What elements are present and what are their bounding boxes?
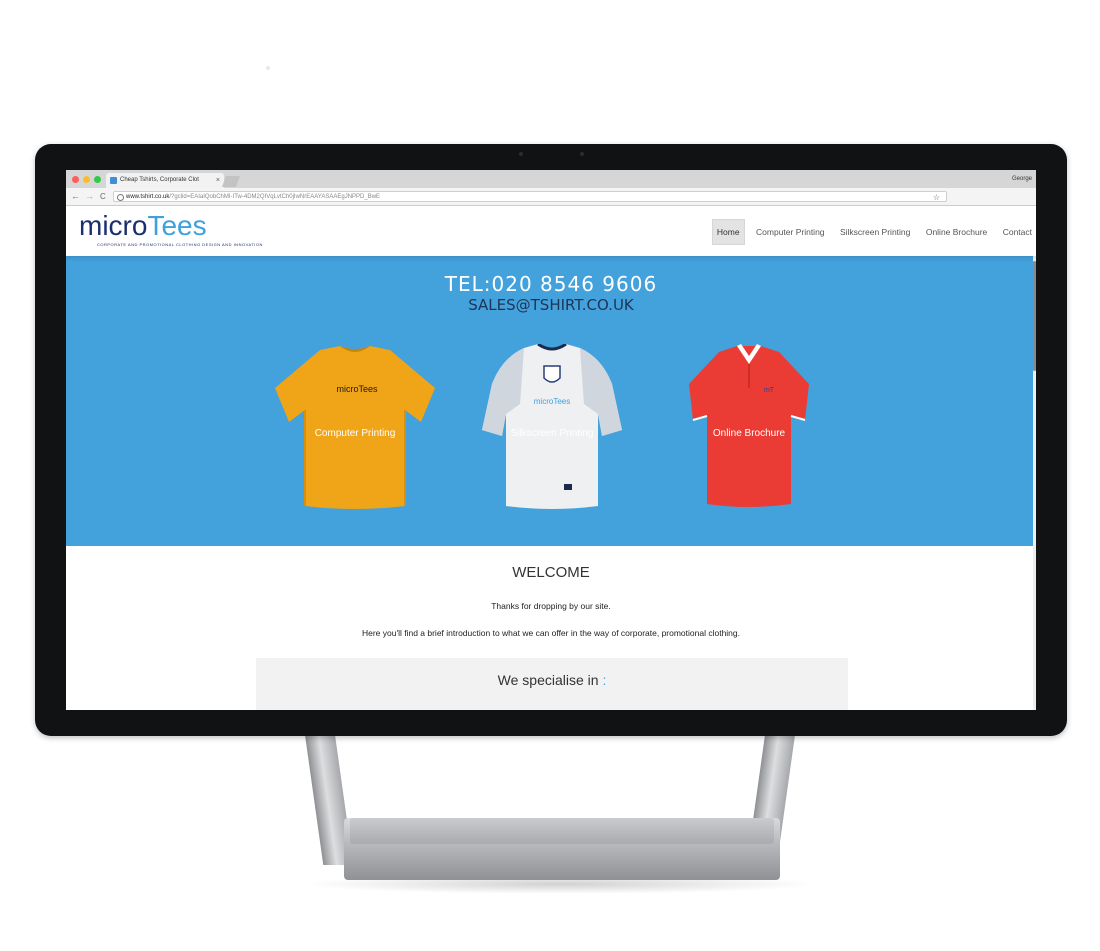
nav-home[interactable]: Home — [711, 219, 745, 245]
specialise-colon: : — [602, 672, 607, 688]
logo-micro-text: micro — [79, 210, 148, 241]
new-tab-button[interactable] — [221, 176, 241, 187]
tshirt-favicon-icon — [110, 177, 117, 184]
logo-tagline: CORPORATE AND PROMOTIONAL CLOTHING DESIG… — [97, 242, 263, 247]
specialise-heading: We specialise in : — [256, 672, 848, 688]
maximize-window-button[interactable] — [94, 176, 101, 183]
welcome-heading: WELCOME — [512, 564, 590, 581]
microtees-logo[interactable]: microTees CORPORATE AND PROMOTIONAL CLOT… — [79, 210, 263, 247]
monitor-screen: Cheap Tshirts, Corporate Clot × George ←… — [66, 170, 1036, 710]
background-dot — [266, 66, 270, 70]
specialise-panel: We specialise in : — [256, 658, 848, 710]
tab-title: Cheap Tshirts, Corporate Clot — [120, 177, 199, 183]
logo-tees-text: Tees — [147, 210, 207, 241]
yellow-tshirt-print: microTees — [336, 384, 378, 394]
sensor-dot — [519, 152, 523, 156]
tab-close-icon[interactable]: × — [216, 173, 220, 188]
monitor-frame: Cheap Tshirts, Corporate Clot × George ←… — [35, 144, 1067, 736]
back-arrow-icon[interactable]: ← — [71, 190, 80, 203]
url-domain: www.tshirt.co.uk — [126, 194, 170, 200]
url-query: /?gclid=EAIaIQobChMI-ITw-4DM2QIVqLvtCh0j… — [169, 194, 381, 200]
football-shirt-print: microTees — [534, 397, 570, 406]
bookmark-star-icon[interactable]: ☆ — [933, 192, 940, 201]
welcome-text-2: Here you'll find a brief introduction to… — [361, 628, 741, 638]
browser-tab[interactable]: Cheap Tshirts, Corporate Clot × — [106, 173, 224, 188]
nav-silkscreen-printing[interactable]: Silkscreen Printing — [836, 220, 914, 244]
scrollbar-thumb[interactable] — [1033, 261, 1036, 371]
nav-computer-printing[interactable]: Computer Printing — [752, 220, 829, 244]
close-window-button[interactable] — [72, 176, 79, 183]
stand-base-top — [350, 818, 774, 844]
main-nav: Home Computer Printing Silkscreen Printi… — [709, 219, 1036, 245]
welcome-text-1: Thanks for dropping by our site. — [491, 601, 611, 611]
browser-tab-bar: Cheap Tshirts, Corporate Clot × George — [66, 170, 1036, 189]
browser-toolbar: ← → C www.tshirt.co.uk/?gclid=EAIaIQobCh… — [66, 188, 1036, 206]
label-online-brochure[interactable]: Online Brochure — [659, 428, 839, 439]
polo-print: mT — [764, 387, 775, 394]
camera-dot — [580, 152, 584, 156]
address-bar[interactable]: www.tshirt.co.uk/?gclid=EAIaIQobChMI-ITw… — [113, 191, 947, 202]
minimize-window-button[interactable] — [83, 176, 90, 183]
nav-online-brochure[interactable]: Online Brochure — [922, 220, 991, 244]
label-computer-printing[interactable]: Computer Printing — [265, 428, 445, 439]
specialise-heading-text: We specialise in — [497, 672, 599, 688]
site-header: microTees CORPORATE AND PROMOTIONAL CLOT… — [66, 206, 1036, 256]
page-scrollbar[interactable] — [1033, 206, 1036, 710]
email-address[interactable]: SALES@TSHIRT.CO.UK — [66, 296, 1036, 314]
profile-name[interactable]: George — [1012, 170, 1032, 188]
welcome-section: WELCOME Thanks for dropping by our site.… — [66, 546, 1036, 710]
reload-icon[interactable]: C — [100, 190, 106, 203]
nav-contact[interactable]: Contact — [999, 220, 1036, 244]
hero-banner: TEL:020 8546 9606 SALES@TSHIRT.CO.UK mic… — [66, 256, 1036, 546]
forward-arrow-icon[interactable]: → — [85, 190, 94, 203]
label-silkscreen-printing[interactable]: Silkscreen Printing — [462, 428, 642, 439]
info-icon[interactable] — [117, 194, 124, 201]
telephone-number: TEL:020 8546 9606 — [444, 272, 658, 296]
